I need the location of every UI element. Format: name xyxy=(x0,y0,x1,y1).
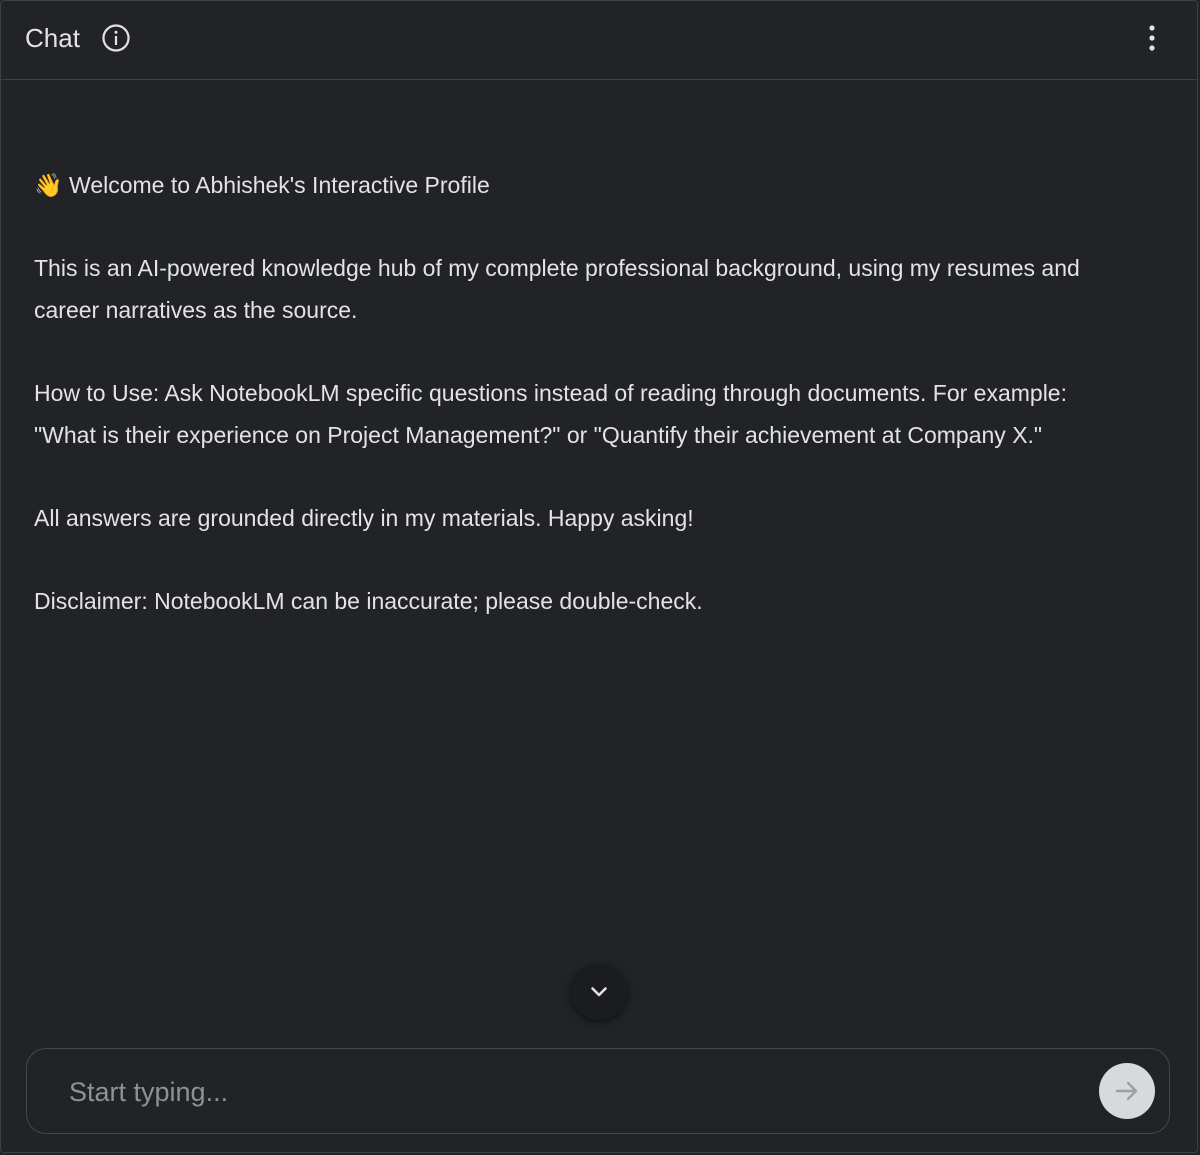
arrow-right-icon xyxy=(1115,1081,1138,1101)
send-button[interactable] xyxy=(1099,1063,1155,1119)
chevron-down-icon xyxy=(591,987,607,997)
intro-paragraph: This is an AI-powered knowledge hub of m… xyxy=(34,255,1080,323)
more-vert-icon[interactable] xyxy=(1137,23,1167,53)
message-content: 👋 Welcome to Abhishek's Interactive Prof… xyxy=(34,164,1114,663)
chat-header: Chat xyxy=(1,1,1197,80)
chat-panel: Chat 👋 Welcome to Abhishek's Interactive… xyxy=(0,0,1198,1153)
info-icon[interactable] xyxy=(101,23,131,53)
message-composer xyxy=(26,1048,1170,1134)
message-input[interactable] xyxy=(67,1069,1071,1115)
scroll-to-bottom-button[interactable] xyxy=(571,964,627,1020)
chat-title: Chat xyxy=(25,23,80,53)
disclaimer-paragraph: Disclaimer: NotebookLM can be inaccurate… xyxy=(34,588,703,614)
welcome-heading: 👋 Welcome to Abhishek's Interactive Prof… xyxy=(34,172,490,198)
grounded-paragraph: All answers are grounded directly in my … xyxy=(34,505,694,531)
how-to-use-paragraph: How to Use: Ask NotebookLM specific ques… xyxy=(34,380,1067,448)
